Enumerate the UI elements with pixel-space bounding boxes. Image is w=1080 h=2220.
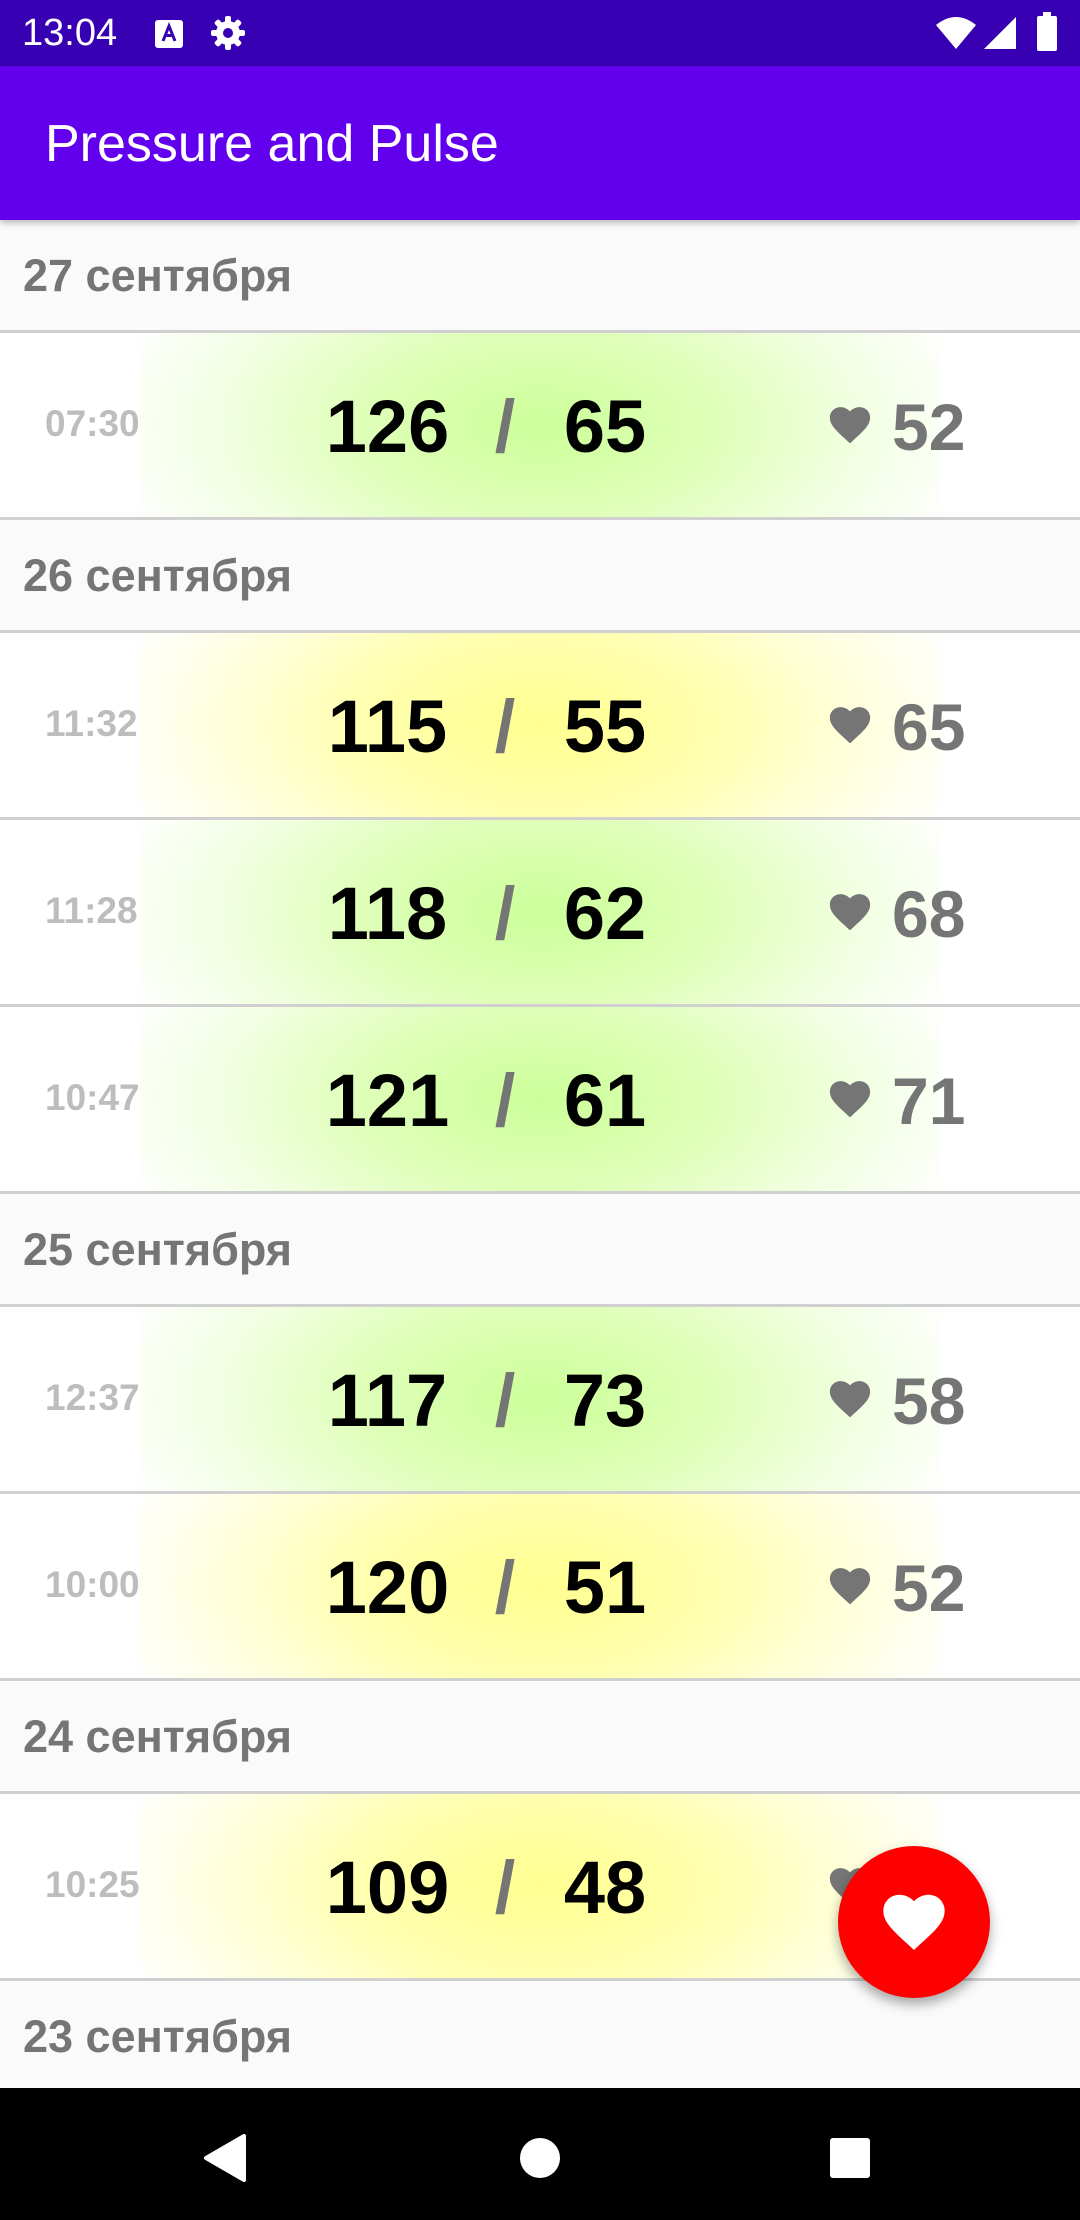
pressure-separator: / xyxy=(494,385,516,468)
pulse-value: 52 xyxy=(892,1551,966,1625)
diastolic-value: 51 xyxy=(563,1546,647,1629)
reading-time: 11:28 xyxy=(45,890,138,931)
systolic-value: 115 xyxy=(327,685,448,768)
add-reading-button[interactable] xyxy=(838,1846,990,1998)
pulse-value: 71 xyxy=(892,1064,966,1138)
status-bar: 13:04 xyxy=(0,0,1080,66)
reading-time: 10:25 xyxy=(45,1864,140,1905)
keyboard-a-icon xyxy=(155,20,183,48)
home-icon[interactable] xyxy=(510,2128,570,2188)
reading-time: 10:00 xyxy=(45,1564,140,1605)
reading-time: 12:37 xyxy=(45,1377,140,1418)
date-header: 27 сентября xyxy=(0,220,1080,333)
systolic-value: 121 xyxy=(325,1059,450,1142)
pressure-separator: / xyxy=(494,1359,516,1442)
gear-icon xyxy=(211,16,245,50)
reading-row[interactable]: 11:28 118 / 62 68 xyxy=(0,820,1080,1007)
pulse-value: 68 xyxy=(892,877,966,951)
readings-list[interactable]: 27 сентября 07:30 126 / 65 52 26 сентябр… xyxy=(0,220,1080,2088)
date-label: 25 сентября xyxy=(23,1224,293,1275)
systolic-value: 118 xyxy=(327,872,448,955)
date-header: 25 сентября xyxy=(0,1194,1080,1307)
date-label: 23 сентября xyxy=(23,2011,293,2062)
diastolic-value: 65 xyxy=(563,385,647,468)
diastolic-value: 73 xyxy=(563,1359,647,1442)
app-screen: 13:04 Pressure and Pulse 27 сентября 07:… xyxy=(0,0,1080,2220)
battery-icon xyxy=(1037,12,1057,51)
heart-icon xyxy=(829,894,871,931)
diastolic-value: 55 xyxy=(563,685,647,768)
back-icon[interactable] xyxy=(196,2128,256,2188)
diastolic-value: 48 xyxy=(563,1846,647,1929)
reading-row[interactable]: 11:32 115 / 55 65 xyxy=(0,633,1080,820)
reading-time: 07:30 xyxy=(45,403,140,444)
recents-icon[interactable] xyxy=(820,2128,880,2188)
app-title: Pressure and Pulse xyxy=(45,115,499,173)
reading-row[interactable]: 07:30 126 / 65 52 xyxy=(0,333,1080,520)
heart-icon xyxy=(829,1381,871,1418)
pressure-separator: / xyxy=(494,685,516,768)
app-bar: Pressure and Pulse xyxy=(0,66,1080,220)
date-label: 27 сентября xyxy=(23,250,293,301)
reading-time: 11:32 xyxy=(45,703,138,744)
pressure-separator: / xyxy=(494,1546,516,1629)
date-header: 26 сентября xyxy=(0,520,1080,633)
pressure-separator: / xyxy=(494,872,516,955)
systolic-value: 126 xyxy=(325,385,450,468)
reading-time: 10:47 xyxy=(45,1077,140,1118)
pressure-separator: / xyxy=(494,1059,516,1142)
date-label: 24 сентября xyxy=(23,1711,293,1762)
systolic-value: 109 xyxy=(325,1846,450,1929)
date-header: 24 сентября xyxy=(0,1681,1080,1794)
wifi-icon xyxy=(936,17,976,49)
reading-row[interactable]: 10:00 120 / 51 52 xyxy=(0,1494,1080,1681)
status-time: 13:04 xyxy=(22,12,118,54)
heart-icon xyxy=(829,707,871,744)
diastolic-value: 61 xyxy=(563,1059,647,1142)
heart-icon xyxy=(829,407,871,444)
navigation-bar xyxy=(0,2088,1080,2220)
signal-icon xyxy=(984,17,1016,49)
heart-icon xyxy=(883,1894,945,1950)
systolic-value: 117 xyxy=(327,1359,448,1442)
reading-row[interactable]: 12:37 117 / 73 58 xyxy=(0,1307,1080,1494)
pulse-value: 52 xyxy=(892,390,966,464)
diastolic-value: 62 xyxy=(563,872,647,955)
pressure-separator: / xyxy=(494,1846,516,1929)
date-label: 26 сентября xyxy=(23,550,293,601)
reading-row[interactable]: 10:47 121 / 61 71 xyxy=(0,1007,1080,1194)
pulse-value: 58 xyxy=(892,1364,966,1438)
pulse-value: 65 xyxy=(892,690,966,764)
systolic-value: 120 xyxy=(325,1546,450,1629)
heart-icon xyxy=(829,1081,871,1118)
heart-icon xyxy=(829,1568,871,1605)
